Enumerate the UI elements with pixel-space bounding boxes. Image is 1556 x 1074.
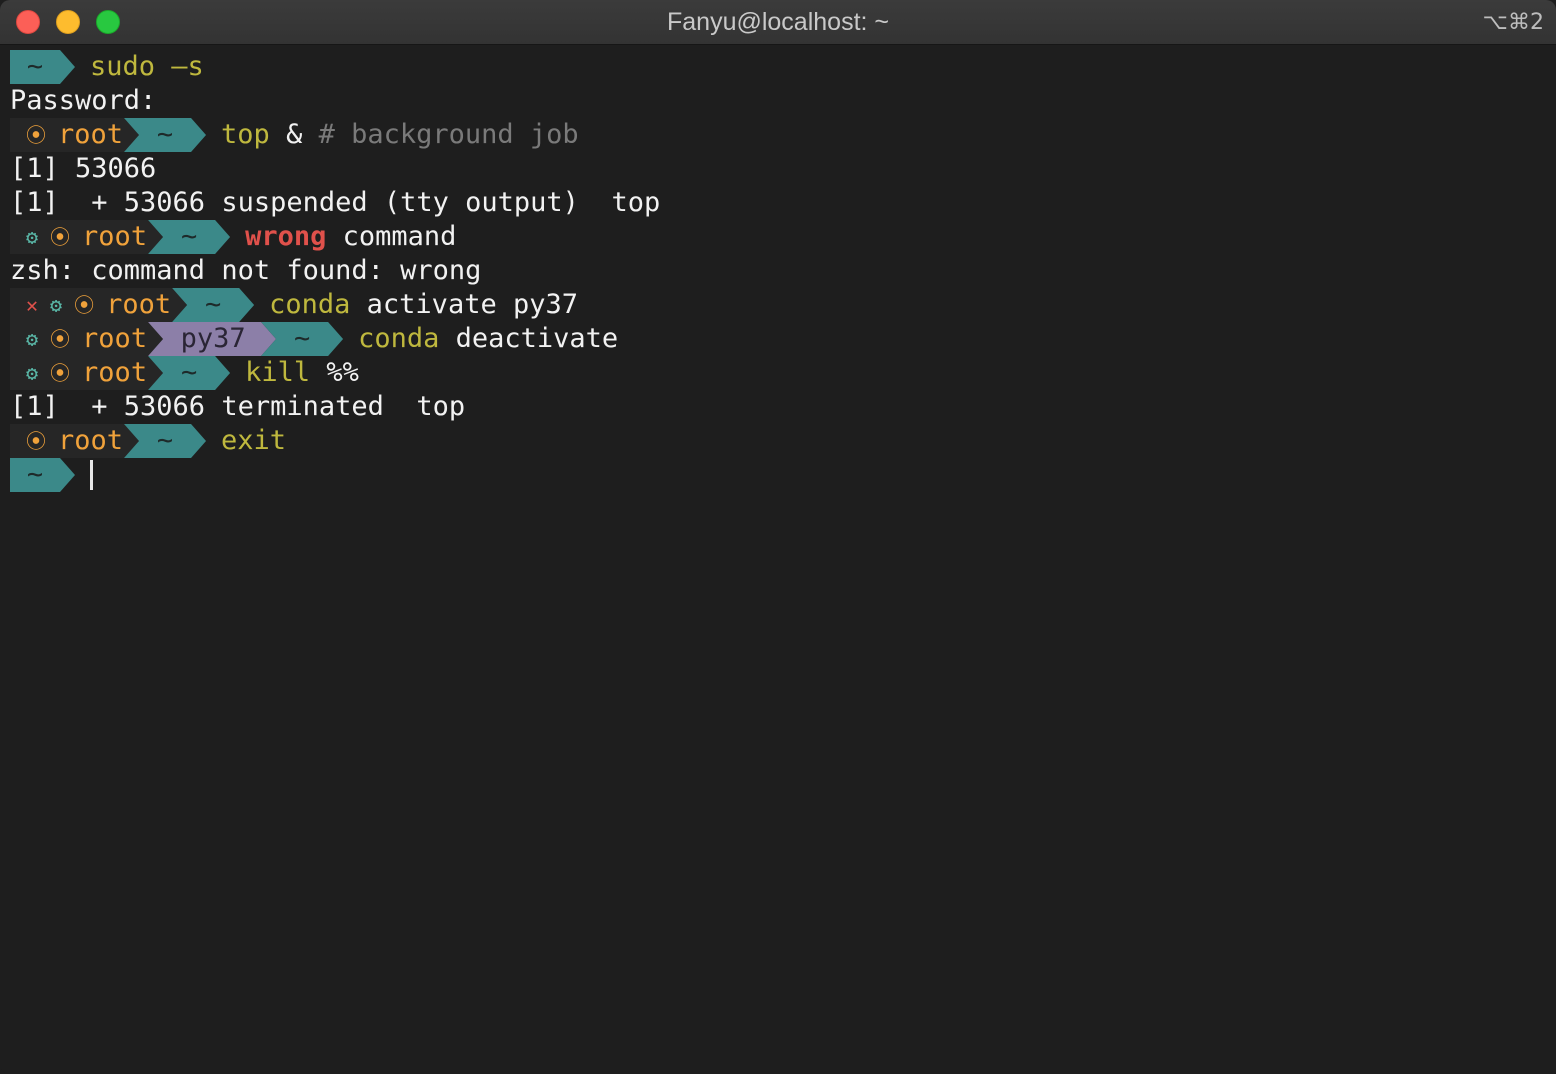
command-args: command <box>326 221 457 252</box>
command-name: exit <box>221 425 287 456</box>
gear-icon: ⚙ <box>26 327 39 351</box>
prompt-dir-segment: ~ <box>10 50 75 84</box>
prompt-line: ✕ ⚙ ⦿ root ~ conda activate py37 <box>10 288 660 322</box>
root-indicator-icon: ⦿ <box>50 361 71 385</box>
title-bar: Fanyu@localhost: ~ ⌥⌘2 <box>0 0 1556 45</box>
prompt-line: ⚙ ⦿ root ~ kill %% <box>10 356 660 390</box>
output-text: Password: <box>10 85 157 116</box>
tab-shortcut-label: ⌥⌘2 <box>1482 10 1544 35</box>
command-name: wrong <box>245 221 327 252</box>
prompt-user: root <box>58 119 124 150</box>
error-status-icon: ✕ <box>26 293 39 317</box>
output-line: zsh: command not found: wrong <box>10 254 660 288</box>
text-cursor <box>90 460 93 490</box>
prompt-user: root <box>106 289 172 320</box>
output-text: [1] 53066 <box>10 153 157 184</box>
command-name: conda <box>358 323 440 354</box>
terminal-window: Fanyu@localhost: ~ ⌥⌘2 ~ sudo –s Passwor… <box>0 0 1556 1074</box>
prompt-line: ⦿ root ~ top & # background job <box>10 118 660 152</box>
output-line: [1] + 53066 terminated top <box>10 390 660 424</box>
command-name: sudo <box>90 51 156 82</box>
prompt-context-segment: ⚙ ⦿ root <box>10 356 164 390</box>
prompt-line: ~ <box>10 458 660 492</box>
command-name: kill <box>245 357 311 388</box>
gear-icon: ⚙ <box>26 225 39 249</box>
output-text: [1] + 53066 terminated top <box>10 391 466 422</box>
command-name: top <box>221 119 270 150</box>
command-name: conda <box>269 289 351 320</box>
root-indicator-icon: ⦿ <box>50 327 71 351</box>
gear-icon: ⚙ <box>26 361 39 385</box>
prompt-line: ~ sudo –s <box>10 50 660 84</box>
command-args: deactivate <box>439 323 619 354</box>
prompt-context-segment: ✕ ⚙ ⦿ root <box>10 288 188 322</box>
prompt-env-segment: py37 <box>148 322 277 356</box>
prompt-user: root <box>82 323 148 354</box>
command-args: activate py37 <box>350 289 578 320</box>
prompt-user: root <box>82 221 148 252</box>
output-text: zsh: command not found: wrong <box>10 255 482 286</box>
prompt-context-segment: ⚙ ⦿ root <box>10 220 164 254</box>
prompt-user: root <box>58 425 124 456</box>
prompt-context-segment: ⦿ root <box>10 424 140 458</box>
prompt-dir-segment: ~ <box>10 458 75 492</box>
root-indicator-icon: ⦿ <box>26 429 46 453</box>
root-indicator-icon: ⦿ <box>26 123 46 147</box>
output-text: [1] + 53066 suspended (tty output) top <box>10 187 661 218</box>
output-line: [1] + 53066 suspended (tty output) top <box>10 186 660 220</box>
command-args: %% <box>310 357 359 388</box>
prompt-line: ⦿ root ~ exit <box>10 424 660 458</box>
prompt-line: ⚙ ⦿ root ~ wrong command <box>10 220 660 254</box>
window-title: Fanyu@localhost: ~ <box>666 8 890 36</box>
prompt-context-segment: ⚙ ⦿ root <box>10 322 164 356</box>
root-indicator-icon: ⦿ <box>74 293 95 317</box>
command-comment: # background job <box>318 119 579 150</box>
gear-icon: ⚙ <box>50 293 63 317</box>
prompt-user: root <box>82 357 148 388</box>
command-args: & <box>269 119 319 150</box>
command-args: –s <box>155 51 204 82</box>
root-indicator-icon: ⦿ <box>50 225 71 249</box>
output-line: Password: <box>10 84 660 118</box>
output-line: [1] 53066 <box>10 152 660 186</box>
prompt-context-segment: ⦿ root <box>10 118 140 152</box>
prompt-line: ⚙ ⦿ root py37 ~ conda deactivate <box>10 322 660 356</box>
terminal-output[interactable]: ~ sudo –s Password: ⦿ root ~ top & # bac… <box>10 50 660 492</box>
